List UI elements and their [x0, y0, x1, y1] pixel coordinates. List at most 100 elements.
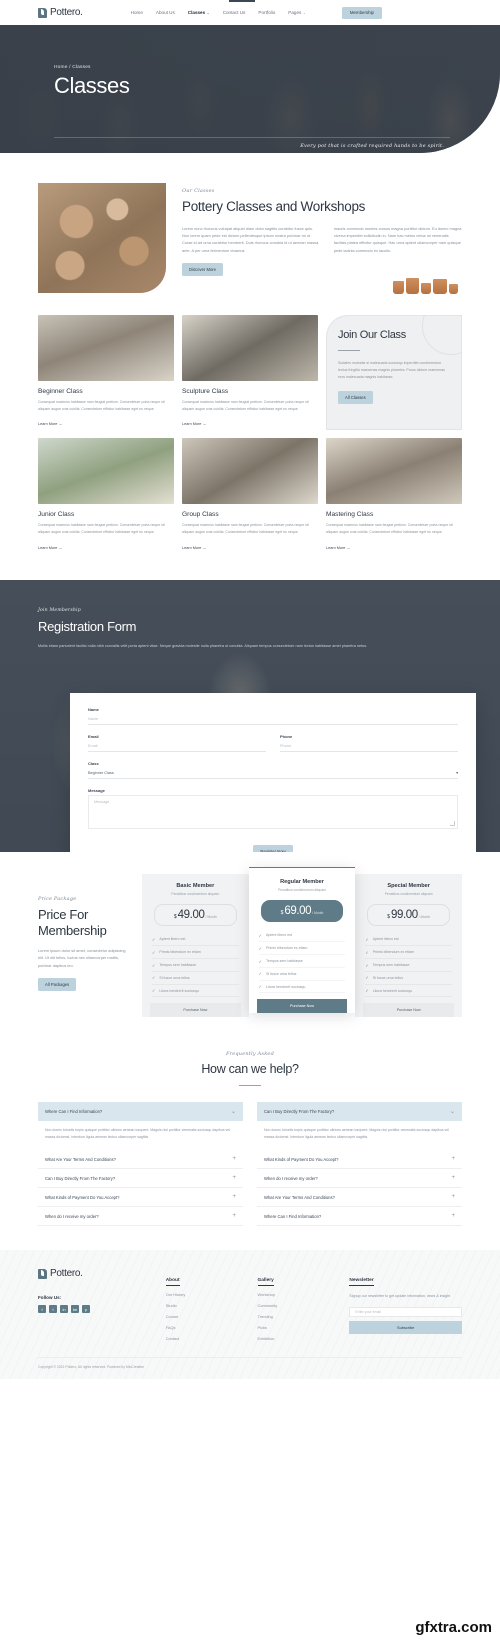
- membership-button[interactable]: Membership: [341, 6, 382, 19]
- currency-symbol: $: [173, 913, 177, 920]
- check-icon: ✓: [365, 936, 369, 942]
- purchase-now-button[interactable]: Purchase Now: [150, 1003, 241, 1018]
- footer-link[interactable]: Studio: [166, 1303, 248, 1308]
- purchase-now-button[interactable]: Purchase Now: [363, 1003, 455, 1018]
- purchase-now-button[interactable]: Purchase Now: [256, 999, 348, 1014]
- footer-link[interactable]: Exhibition: [258, 1336, 340, 1341]
- plan-feature: ✓ Litora hendrerit sociosqu: [365, 985, 453, 998]
- twitter-icon[interactable]: t: [49, 1305, 57, 1314]
- register-now-button[interactable]: Register Now: [253, 844, 293, 852]
- faq-question[interactable]: When do I receive my order? +: [38, 1207, 243, 1227]
- hero-tagline: Every pot that is crafted required hands…: [300, 143, 444, 149]
- behance-icon[interactable]: be: [71, 1305, 79, 1314]
- intro-image: [38, 183, 166, 293]
- pinterest-icon[interactable]: p: [82, 1305, 90, 1314]
- newsletter-email-input[interactable]: Enter your email: [349, 1306, 462, 1317]
- pricing-heading: Price For Membership: [38, 906, 107, 938]
- plan-subtitle: Penatibus condimentum aliquam: [384, 891, 433, 896]
- learn-more-link[interactable]: Learn More →: [182, 546, 206, 550]
- check-icon: ✓: [365, 962, 369, 968]
- class-select-value: Beginner Class: [88, 770, 114, 775]
- plan-price: $ 49.00 / Month: [154, 903, 237, 926]
- check-icon: ✓: [258, 932, 263, 938]
- faq-question[interactable]: Can I Buy Directly From The Factory? +: [38, 1169, 243, 1189]
- footer-link[interactable]: Course: [166, 1314, 248, 1319]
- faq-question[interactable]: What Kinds of Payment Do You Accept? +: [257, 1150, 462, 1170]
- message-textarea[interactable]: Message: [88, 794, 458, 829]
- faq-question[interactable]: Where Can I Find Information? +: [257, 1207, 462, 1227]
- intro-paragraph-1: Lorem nunc rhoncus volutpat aliquet diam…: [182, 225, 319, 253]
- plan-feature: ✓ Si fusce urna tellus: [258, 968, 346, 981]
- breadcrumb[interactable]: Home / Classes: [54, 65, 500, 70]
- check-icon: ✓: [258, 971, 263, 977]
- faq-question[interactable]: What Are Your Terms And Conditions? +: [38, 1150, 243, 1170]
- plan-feature: ✓ Primis bibendum ex etiam: [365, 946, 453, 960]
- footer-link[interactable]: FAQs: [166, 1325, 248, 1330]
- footer-link[interactable]: Community: [258, 1303, 340, 1308]
- check-icon: ✓: [152, 936, 156, 942]
- brand-logo[interactable]: Pottero.: [38, 7, 83, 18]
- footer-link[interactable]: Workshop: [258, 1292, 340, 1297]
- learn-more-link[interactable]: Learn More →: [38, 546, 62, 550]
- class-card-body: Consequat maximus habitasse nam feugiat …: [326, 523, 453, 534]
- pricing-body: Lorem ipsum dolor sit amet, consectetur …: [38, 948, 126, 968]
- learn-more-link[interactable]: Learn More →: [182, 422, 206, 426]
- faq-question[interactable]: When do I receive my order? +: [257, 1169, 462, 1189]
- nav-item-classes[interactable]: Classes ⌄: [188, 10, 210, 15]
- plus-icon: +: [451, 1194, 455, 1201]
- facebook-icon[interactable]: f: [38, 1305, 46, 1314]
- class-card[interactable]: Group Class Consequat maximus habitasse …: [182, 438, 318, 553]
- class-card[interactable]: Beginner Class Consequat maximus habitas…: [38, 315, 174, 430]
- class-select[interactable]: Beginner Class ▾: [88, 768, 458, 779]
- footer-gallery-column: Gallery Workshop Community Trending Pick…: [257, 1268, 340, 1341]
- footer-link[interactable]: Trending: [258, 1314, 340, 1319]
- class-label: Class: [88, 760, 99, 766]
- linkedin-icon[interactable]: in: [60, 1305, 68, 1314]
- faq-question[interactable]: What Are Your Terms And Conditions? +: [257, 1188, 462, 1208]
- faq-question[interactable]: Can I Buy Directly From The Factory? ⌄: [257, 1102, 462, 1122]
- nav-item-about-us[interactable]: About Us: [156, 10, 175, 15]
- nav-item-home[interactable]: Home: [131, 10, 143, 15]
- top-navigation: Pottero. Home About Us Classes ⌄ Contact …: [0, 0, 500, 25]
- learn-more-link[interactable]: Learn More →: [38, 422, 62, 426]
- class-card-title: Mastering Class: [326, 511, 374, 519]
- plan-feature: ✓ Aptent libero est: [258, 930, 346, 943]
- class-card[interactable]: Mastering Class Consequat maximus habita…: [326, 438, 462, 553]
- footer-link[interactable]: Our History: [166, 1292, 248, 1297]
- faq-section: Frequently Asked How can we help? Where …: [0, 1017, 500, 1227]
- footer-logo[interactable]: Pottero.: [38, 1268, 156, 1279]
- class-card-title: Junior Class: [38, 511, 75, 519]
- nav-item-portfolio[interactable]: Portfolio: [258, 10, 275, 15]
- footer-link[interactable]: Contact: [166, 1336, 248, 1341]
- subscribe-button[interactable]: Subscribe: [349, 1320, 462, 1334]
- faq-question[interactable]: What Kinds of Payment Do You Accept? +: [38, 1188, 243, 1208]
- email-label: Email: [88, 733, 99, 739]
- chevron-down-icon: ⌄: [230, 1109, 236, 1116]
- name-input[interactable]: Name: [88, 714, 458, 725]
- class-card[interactable]: Junior Class Consequat maximus habitasse…: [38, 438, 174, 553]
- learn-more-link[interactable]: Learn More →: [326, 546, 350, 550]
- faq-heading: How can we help?: [201, 1062, 299, 1077]
- chevron-down-icon: ▾: [456, 771, 458, 776]
- nav-item-contact-us[interactable]: Contact Us: [223, 10, 246, 15]
- class-card[interactable]: Sculpture Class Consequat maximus habita…: [182, 315, 318, 430]
- footer-column-title: About: [165, 1278, 180, 1287]
- phone-input[interactable]: Phone: [280, 741, 458, 752]
- email-input[interactable]: Email: [88, 741, 266, 752]
- plan-feature: ✓ Si fusce urna tellus: [152, 972, 239, 985]
- registration-heading: Registration Form: [38, 618, 137, 634]
- newsletter-description: Signup our newsletter to get update info…: [349, 1294, 451, 1299]
- all-classes-button[interactable]: All Classes: [338, 391, 373, 405]
- plus-icon: +: [451, 1156, 455, 1163]
- footer-link[interactable]: Picks: [258, 1325, 340, 1330]
- plan-price: $ 99.00 / Month: [367, 903, 451, 926]
- faq-question[interactable]: Where Can I Find Information? ⌄: [38, 1102, 243, 1122]
- plan-feature: ✓ Aptent libero est: [152, 934, 239, 947]
- nav-item-pages[interactable]: Pages ⌄: [288, 10, 306, 15]
- discover-more-button[interactable]: Discover More: [182, 262, 223, 276]
- plan-feature: ✓ Tempus sem habitasse: [258, 955, 346, 968]
- brand-name: Pottero.: [50, 7, 83, 18]
- plus-icon: +: [451, 1175, 455, 1182]
- check-icon: ✓: [152, 988, 156, 994]
- all-packages-button[interactable]: All Packages: [38, 977, 77, 991]
